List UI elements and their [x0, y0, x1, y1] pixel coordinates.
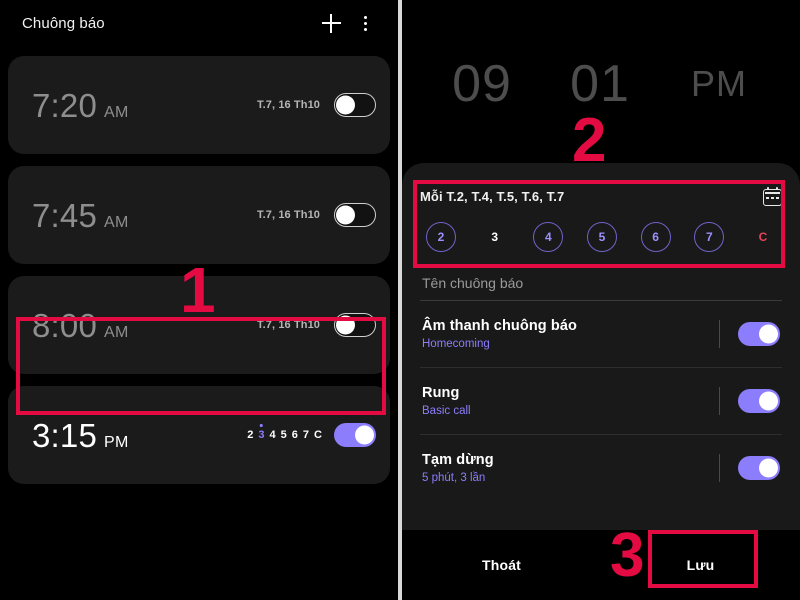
alarm-time-value: 3:15	[32, 416, 98, 454]
repeat-day-selector: 2 3 4 5 6 7 C	[420, 209, 782, 265]
time-picker-meridiem[interactable]: PM	[659, 63, 779, 105]
day-button-6[interactable]: 6	[640, 222, 671, 252]
alarm-day-indicators: 2 3 4 5 6 7 C	[247, 429, 322, 441]
add-alarm-button[interactable]	[314, 6, 348, 40]
alarm-edit-screen: 09 01 PM Mỗi T.2, T.4, T.5, T.6, T.7 2 3	[402, 0, 800, 600]
day-button-3[interactable]: 3	[480, 222, 510, 252]
repeat-summary-label: Mỗi T.2, T.4, T.5, T.6, T.7	[420, 188, 565, 204]
alarm-schedule-label: T.7, 16 Th10	[257, 209, 320, 221]
alarm-row-745am[interactable]: 7:45 AM T.7, 16 Th10	[8, 166, 390, 264]
alarm-toggle[interactable]	[334, 313, 376, 337]
alarm-list-screen: Chuông báo 7:20 AM T.7, 16 Th10 7:45 AM …	[0, 0, 398, 600]
alarm-toggle[interactable]	[334, 423, 376, 447]
option-title: Tạm dừng	[422, 452, 494, 468]
annotation-step-2: 2	[572, 106, 607, 175]
time-picker-minute[interactable]: 01	[541, 54, 659, 114]
bottom-action-bar: Thoát Lưu	[402, 530, 800, 600]
page-title: Chuông báo	[22, 14, 105, 32]
option-toggle[interactable]	[738, 322, 780, 346]
option-title: Rung	[422, 385, 460, 401]
option-toggle[interactable]	[738, 456, 780, 480]
cancel-button[interactable]: Thoát	[402, 530, 601, 600]
alarm-time-value: 8:00	[32, 306, 98, 344]
day-button-5[interactable]: 5	[586, 222, 617, 252]
plus-icon-stroke	[330, 13, 332, 33]
day-button-2[interactable]: 2	[426, 222, 456, 252]
option-separator	[719, 454, 720, 482]
day-button-4[interactable]: 4	[533, 222, 564, 252]
alarm-time: 7:45 AM	[32, 199, 257, 232]
alarm-time: 8:00 AM	[32, 309, 257, 342]
toggle-knob	[336, 95, 355, 115]
option-subtitle: 5 phút, 3 lần	[422, 472, 486, 484]
toggle-knob	[759, 458, 778, 478]
toggle-knob	[355, 425, 374, 445]
time-picker-hour[interactable]: 09	[423, 54, 541, 114]
app-bar: Chuông báo	[0, 0, 398, 46]
toggle-knob	[759, 391, 778, 411]
alarm-meridiem: AM	[104, 103, 129, 121]
day-button-sunday[interactable]: C	[748, 222, 778, 252]
alarm-time: 7:20 AM	[32, 89, 257, 122]
overflow-menu-icon	[363, 15, 367, 31]
screenshot-root: Chuông báo 7:20 AM T.7, 16 Th10 7:45 AM …	[0, 0, 800, 600]
option-row-vibration[interactable]: Rung Basic call	[420, 368, 782, 435]
option-separator	[719, 387, 720, 415]
day-indicator-7: 7	[302, 429, 310, 441]
day-indicator-5: 5	[280, 429, 287, 441]
day-indicator-4: 4	[269, 429, 276, 441]
option-texts: Tạm dừng 5 phút, 3 lần	[422, 452, 719, 484]
alarm-row-720am[interactable]: 7:20 AM T.7, 16 Th10	[8, 56, 390, 154]
option-subtitle: Basic call	[422, 405, 471, 417]
overflow-menu-button[interactable]	[348, 6, 382, 40]
option-title: Âm thanh chuông báo	[422, 318, 577, 334]
alarm-meridiem: AM	[104, 323, 129, 341]
alarm-meridiem: AM	[104, 213, 129, 231]
repeat-header[interactable]: Mỗi T.2, T.4, T.5, T.6, T.7	[420, 183, 782, 209]
alarm-time-value: 7:20	[32, 86, 98, 124]
option-separator	[719, 320, 720, 348]
calendar-icon[interactable]	[763, 186, 782, 206]
annotation-step-1: 1	[180, 254, 216, 326]
day-indicator-6: 6	[291, 429, 298, 441]
option-texts: Rung Basic call	[422, 385, 719, 417]
toggle-knob	[336, 205, 355, 225]
alarm-schedule-label: T.7, 16 Th10	[257, 99, 320, 111]
option-subtitle: Homecoming	[422, 338, 490, 350]
option-row-snooze[interactable]: Tạm dừng 5 phút, 3 lần	[420, 435, 782, 501]
annotation-step-3: 3	[610, 521, 645, 590]
day-indicator-2: 2	[247, 429, 254, 441]
toggle-knob	[336, 315, 355, 335]
repeat-section: Mỗi T.2, T.4, T.5, T.6, T.7 2 3 4 5 6 7 …	[420, 163, 782, 265]
day-indicator-c: C	[314, 429, 322, 441]
option-toggle[interactable]	[738, 389, 780, 413]
option-row-alarm-sound[interactable]: Âm thanh chuông báo Homecoming	[420, 301, 782, 368]
day-button-7[interactable]: 7	[694, 222, 725, 252]
toggle-knob	[759, 324, 778, 344]
alarm-toggle[interactable]	[334, 93, 376, 117]
day-indicator-3: 3	[258, 429, 265, 441]
alarm-time: 3:15 PM	[32, 419, 247, 452]
alarm-row-315pm[interactable]: 3:15 PM 2 3 4 5 6 7 C	[8, 386, 390, 484]
alarm-toggle[interactable]	[334, 203, 376, 227]
alarm-meridiem: PM	[104, 433, 129, 451]
alarm-name-input[interactable]: Tên chuông báo	[420, 265, 782, 301]
alarm-settings-sheet: Mỗi T.2, T.4, T.5, T.6, T.7 2 3 4 5 6 7 …	[402, 163, 800, 530]
alarm-time-value: 7:45	[32, 196, 98, 234]
alarm-schedule-label: T.7, 16 Th10	[257, 319, 320, 331]
option-texts: Âm thanh chuông báo Homecoming	[422, 318, 719, 350]
